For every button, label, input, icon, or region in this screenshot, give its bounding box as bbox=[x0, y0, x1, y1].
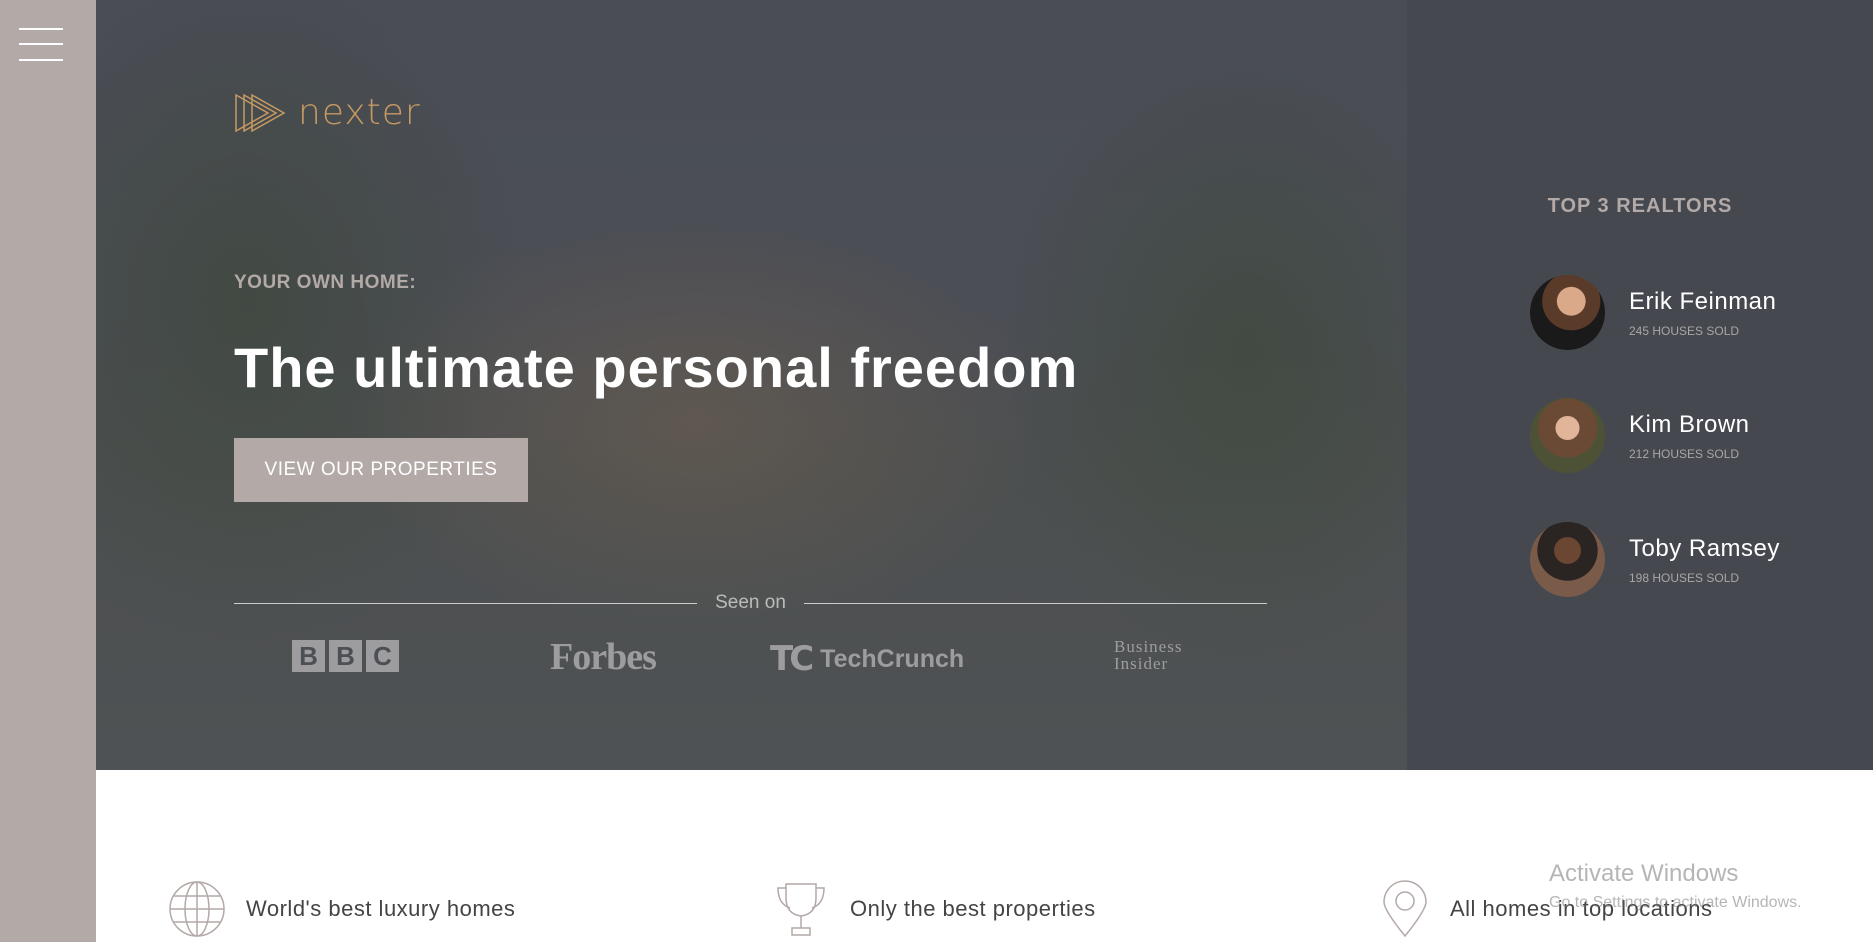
realtor-name: Kim Brown bbox=[1629, 410, 1750, 438]
watermark-title: Activate Windows bbox=[1549, 860, 1739, 887]
bbc-letter: C bbox=[366, 640, 399, 672]
hero-header: nexter YOUR OWN HOME: The ultimate perso… bbox=[96, 0, 1407, 770]
techcrunch-mark: TC bbox=[770, 639, 814, 679]
feature-label: Only the best properties bbox=[850, 896, 1096, 921]
realtor-item[interactable]: Toby Ramsey 198 HOUSES SOLD bbox=[1530, 522, 1780, 597]
trophy-icon bbox=[777, 883, 825, 936]
activate-windows-watermark: Activate Windows Go to Settings to activ… bbox=[1549, 860, 1802, 912]
bbc-letter: B bbox=[329, 640, 362, 672]
globe-icon bbox=[169, 881, 225, 937]
feature-item: World's best luxury homes bbox=[168, 880, 515, 938]
realtor-sold: 212 HOUSES SOLD bbox=[1629, 446, 1740, 461]
seen-on-label: Seen on bbox=[715, 592, 786, 613]
logo-icon bbox=[235, 93, 286, 132]
realtor-name: Erik Feinman bbox=[1629, 287, 1777, 315]
hero-subheading: YOUR OWN HOME: bbox=[234, 272, 417, 293]
map-pin-icon bbox=[1383, 880, 1427, 938]
forbes-logo: Forbes bbox=[550, 636, 657, 678]
divider bbox=[803, 602, 1268, 604]
realtor-name: Toby Ramsey bbox=[1629, 534, 1780, 562]
avatar bbox=[1530, 522, 1605, 597]
bbc-letter: B bbox=[292, 640, 325, 672]
bi-line: Insider bbox=[1114, 654, 1169, 673]
bi-line: Business bbox=[1114, 637, 1183, 656]
realtor-sold: 198 HOUSES SOLD bbox=[1629, 570, 1740, 585]
hero-headline: The ultimate personal freedom bbox=[234, 336, 1079, 399]
seen-on: Seen on bbox=[234, 592, 1268, 614]
view-properties-button[interactable]: VIEW OUR PROPERTIES bbox=[234, 438, 528, 502]
divider bbox=[234, 602, 698, 604]
feature-item: Only the best properties bbox=[772, 880, 1096, 938]
feature-label: World's best luxury homes bbox=[246, 896, 516, 921]
realtor-item[interactable]: Kim Brown 212 HOUSES SOLD bbox=[1530, 398, 1750, 473]
realtors-title: TOP 3 REALTORS bbox=[1547, 195, 1733, 217]
techcrunch-text: TechCrunch bbox=[820, 644, 965, 673]
press-logos: B B C Forbes TC TechCrunch Business Insi… bbox=[234, 635, 1267, 679]
avatar bbox=[1530, 398, 1605, 473]
watermark-subtitle: Go to Settings to activate Windows. bbox=[1549, 894, 1802, 911]
hamburger-icon[interactable] bbox=[19, 28, 63, 64]
techcrunch-logo: TC TechCrunch bbox=[770, 639, 964, 679]
avatar bbox=[1530, 275, 1605, 350]
bbc-logo: B B C bbox=[292, 640, 399, 672]
logo-text: nexter bbox=[298, 92, 421, 133]
realtor-sold: 245 HOUSES SOLD bbox=[1629, 323, 1740, 338]
realtors-panel: TOP 3 REALTORS Erik Feinman 245 HOUSES S… bbox=[1407, 0, 1873, 770]
logo[interactable]: nexter bbox=[234, 92, 421, 133]
sidebar bbox=[0, 0, 96, 942]
business-insider-logo: Business Insider bbox=[1114, 638, 1182, 672]
realtor-item[interactable]: Erik Feinman 245 HOUSES SOLD bbox=[1530, 275, 1776, 350]
